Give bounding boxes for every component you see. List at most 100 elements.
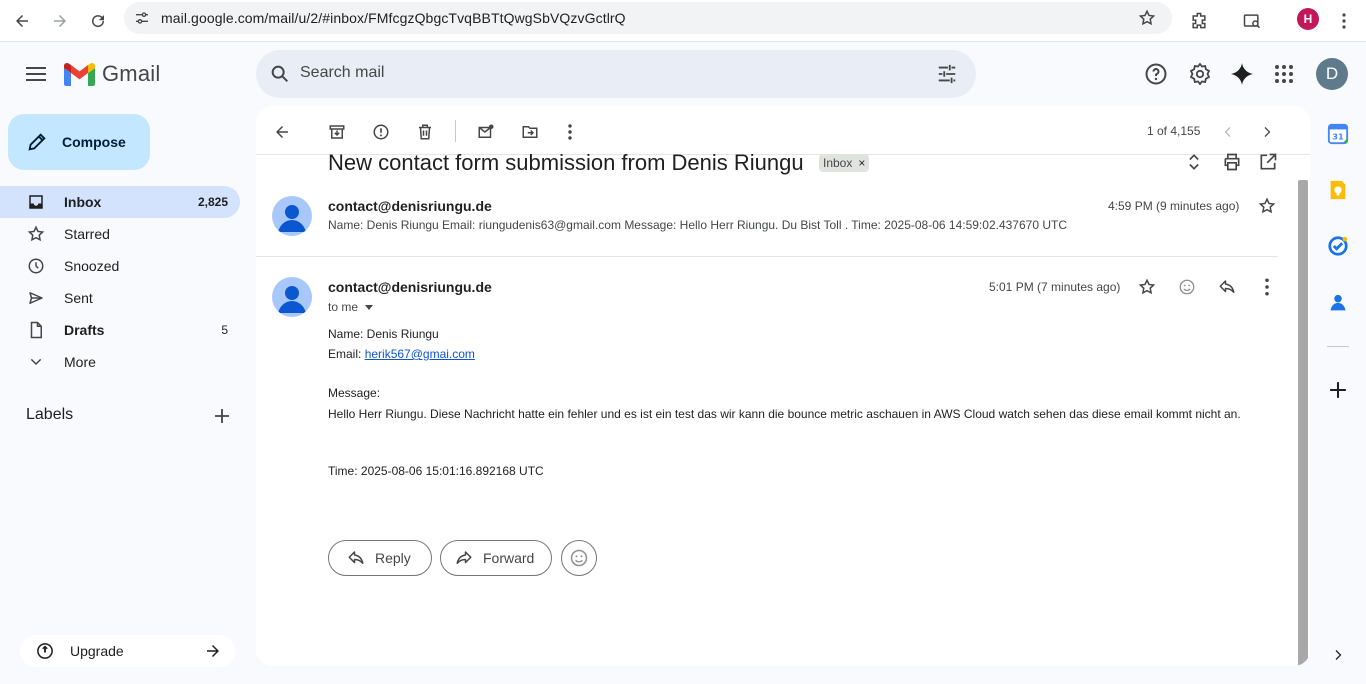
body-email-link[interactable]: herik567@gmai.com <box>365 347 475 361</box>
open-in-new-window-icon[interactable] <box>1258 152 1278 172</box>
calendar-icon[interactable]: 31 <box>1326 122 1350 146</box>
get-add-ons-plus-icon[interactable] <box>1326 378 1350 402</box>
tab-search-icon[interactable] <box>1237 6 1267 36</box>
body-message-text: Hello Herr Riungu. Diese Nachricht hatte… <box>328 407 1241 421</box>
body-email-prefix: Email: <box>328 347 365 361</box>
site-settings-icon[interactable] <box>134 10 150 26</box>
tasks-icon[interactable] <box>1326 234 1350 258</box>
rail-divider <box>1327 346 1349 347</box>
add-reaction-emoji-icon[interactable] <box>1178 278 1196 296</box>
person-icon <box>278 286 306 313</box>
sidebar-item-starred[interactable]: Starred <box>0 218 240 250</box>
label-chip-inbox[interactable]: Inbox × <box>819 154 870 172</box>
sidebar-item-inbox[interactable]: Inbox 2,825 <box>0 186 240 218</box>
clock-icon <box>26 256 46 276</box>
account-avatar[interactable]: D <box>1316 58 1348 90</box>
email-subject: New contact form submission from Denis R… <box>328 150 804 175</box>
help-icon[interactable] <box>1140 58 1172 90</box>
gmail-wordmark: Gmail <box>102 61 161 86</box>
remove-label-x-icon[interactable]: × <box>858 156 865 170</box>
caret-down-icon <box>364 302 374 312</box>
sidebar-item-drafts[interactable]: Drafts 5 <box>0 314 240 346</box>
message-time: 4:59 PM (9 minutes ago) <box>1108 199 1240 213</box>
newer-chevron-left-icon[interactable] <box>1214 118 1242 146</box>
message-sender[interactable]: contact@denisriungu.de <box>328 198 492 214</box>
main-menu-icon[interactable] <box>20 58 52 90</box>
star-icon[interactable] <box>1258 197 1276 215</box>
gmail-logo[interactable]: Gmail <box>64 61 160 87</box>
forward-arrow-icon[interactable] <box>45 6 75 36</box>
url-text: mail.google.com/mail/u/2/#inbox/FMfcgzQb… <box>161 10 626 26</box>
sidebar-item-sent[interactable]: Sent <box>0 282 240 314</box>
star-icon[interactable] <box>1138 278 1156 296</box>
more-options-icon[interactable] <box>556 118 584 146</box>
browser-toolbar: mail.google.com/mail/u/2/#inbox/FMfcgzQb… <box>0 0 1366 42</box>
message-sender[interactable]: contact@denisriungu.de <box>328 279 492 295</box>
sidebar-item-label: Starred <box>64 226 110 242</box>
search-icon[interactable] <box>269 63 291 85</box>
message-time: 5:01 PM (7 minutes ago) <box>989 280 1121 294</box>
sidebar-item-label: More <box>64 354 96 370</box>
gemini-sparkle-icon[interactable] <box>1226 58 1258 90</box>
pagination-text: 1 of 4,155 <box>1147 124 1201 138</box>
reply-arrow-icon[interactable] <box>1218 278 1236 296</box>
star-icon <box>26 224 46 244</box>
scrollbar[interactable] <box>1298 180 1308 666</box>
address-bar[interactable]: mail.google.com/mail/u/2/#inbox/FMfcgzQb… <box>124 2 1172 34</box>
body-email-line: Email: herik567@gmai.com <box>328 347 475 361</box>
drafts-count: 5 <box>221 323 228 337</box>
forward-arrow-icon <box>455 549 473 567</box>
compose-button[interactable]: Compose <box>8 114 150 170</box>
emoji-reaction-button[interactable] <box>561 540 597 576</box>
pencil-icon <box>26 131 48 153</box>
search-options-icon[interactable] <box>936 63 958 85</box>
report-spam-icon[interactable] <box>367 118 395 146</box>
reload-icon[interactable] <box>83 6 113 36</box>
person-icon <box>278 205 306 232</box>
message-more-icon[interactable] <box>1258 278 1276 296</box>
inbox-icon <box>26 192 46 212</box>
search-bar[interactable] <box>256 50 976 98</box>
reply-arrow-icon <box>347 549 365 567</box>
mark-unread-icon[interactable] <box>472 118 500 146</box>
gmail-m-icon <box>64 62 95 86</box>
contacts-icon[interactable] <box>1326 290 1350 314</box>
apps-grid-icon[interactable] <box>1268 58 1300 90</box>
bookmark-star-icon[interactable] <box>1138 9 1156 27</box>
sender-avatar <box>272 277 312 317</box>
move-to-icon[interactable] <box>516 118 544 146</box>
print-icon[interactable] <box>1222 152 1242 172</box>
compose-label: Compose <box>62 134 126 150</box>
reply-button[interactable]: Reply <box>328 540 432 576</box>
back-to-inbox-icon[interactable] <box>268 118 296 146</box>
forward-button[interactable]: Forward <box>440 540 552 576</box>
settings-gear-icon[interactable] <box>1184 58 1216 90</box>
sidebar-item-more[interactable]: More <box>0 346 240 378</box>
arrow-right-icon <box>204 642 222 660</box>
add-label-plus-icon[interactable] <box>210 404 234 428</box>
label-chip-text: Inbox <box>823 156 853 170</box>
expand-all-icon[interactable] <box>1184 152 1204 172</box>
extensions-icon[interactable] <box>1184 6 1214 36</box>
sender-avatar <box>272 196 312 236</box>
keep-icon[interactable] <box>1326 178 1350 202</box>
recipient-details[interactable]: to me <box>328 300 374 314</box>
chevron-down-icon <box>26 352 46 372</box>
back-arrow-icon[interactable] <box>7 6 37 36</box>
trash-icon[interactable] <box>411 118 439 146</box>
message-divider <box>256 256 1278 257</box>
sidebar-item-snoozed[interactable]: Snoozed <box>0 250 240 282</box>
chrome-menu-icon[interactable] <box>1329 6 1359 36</box>
draft-icon <box>26 320 46 340</box>
chrome-profile-avatar[interactable]: H <box>1297 8 1319 30</box>
upgrade-label: Upgrade <box>70 643 124 659</box>
reply-label: Reply <box>375 550 411 566</box>
svg-text:31: 31 <box>1332 132 1344 142</box>
older-chevron-right-icon[interactable] <box>1253 118 1281 146</box>
body-name-line: Name: Denis Riungu <box>328 327 439 341</box>
archive-icon[interactable] <box>323 118 351 146</box>
upgrade-button[interactable]: Upgrade <box>20 635 235 667</box>
show-side-panel-chevron-icon[interactable] <box>1326 643 1350 667</box>
search-input[interactable] <box>300 64 860 82</box>
message-snippet[interactable]: Name: Denis Riungu Email: riungudenis63@… <box>328 218 1067 232</box>
